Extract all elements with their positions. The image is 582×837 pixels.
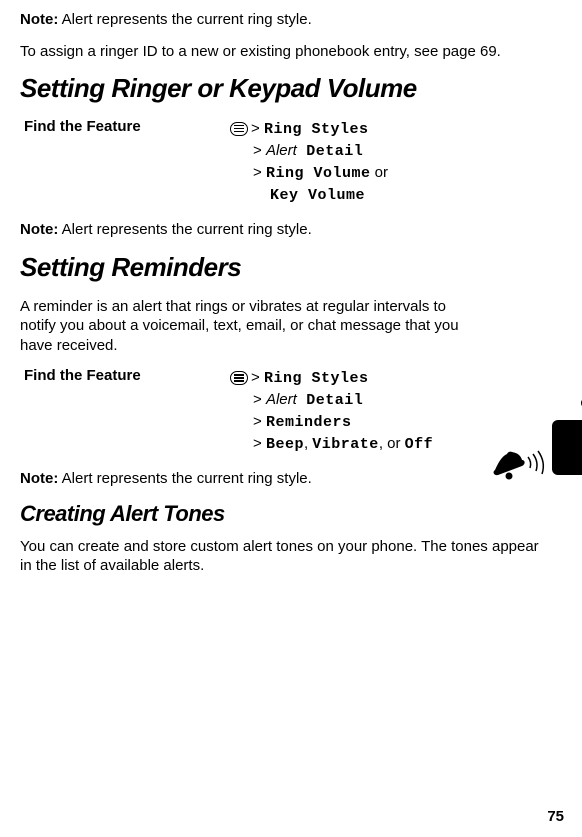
- chapter-tab: [552, 420, 582, 475]
- note-label: Note:: [20, 221, 58, 238]
- note-text: represents the current ring style.: [93, 470, 312, 487]
- note-alert-3: Note: Alert represents the current ring …: [20, 469, 540, 489]
- body-ringer-id: To assign a ringer ID to a new or existi…: [20, 42, 540, 62]
- menu-path-reminders: > Ring Styles > Alert Detail > Reminders…: [230, 367, 433, 455]
- find-feature-label: Find the Feature: [20, 367, 230, 455]
- note-text: Alert represents the current ring style.: [58, 11, 311, 28]
- alert-bell-icon: [492, 448, 547, 496]
- note-label: Note:: [20, 470, 58, 487]
- find-feature-volume: Find the Feature > Ring Styles > Alert D…: [20, 118, 540, 206]
- body-alert-tones: You can create and store custom alert to…: [20, 537, 540, 576]
- heading-setting-reminders: Setting Reminders: [20, 252, 540, 283]
- heading-ringer-keypad-volume: Setting Ringer or Keypad Volume: [20, 73, 540, 104]
- note-alert-1: Note: Alert represents the current ring …: [20, 10, 540, 30]
- menu-icon: [230, 122, 248, 136]
- note-italic: Alert: [58, 470, 92, 487]
- note-alert-2: Note: Alert represents the current ring …: [20, 220, 540, 240]
- note-text: Alert represents the current ring style.: [58, 221, 311, 238]
- menu-path-volume: > Ring Styles > Alert Detail > Ring Volu…: [230, 118, 388, 206]
- menu-icon: [230, 371, 248, 385]
- find-feature-label: Find the Feature: [20, 118, 230, 206]
- note-label: Note:: [20, 11, 58, 28]
- heading-creating-alert-tones: Creating Alert Tones: [20, 501, 540, 527]
- body-reminders: A reminder is an alert that rings or vib…: [20, 297, 480, 356]
- find-feature-reminders: Find the Feature > Ring Styles > Alert D…: [20, 367, 540, 455]
- page-number: 75: [547, 808, 564, 825]
